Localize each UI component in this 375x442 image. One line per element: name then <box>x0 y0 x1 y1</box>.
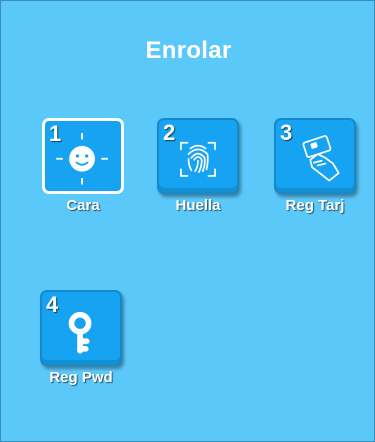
tile-label: Reg Tarj <box>285 197 345 214</box>
page-title: Enrolar <box>145 37 232 64</box>
key-icon <box>68 311 92 354</box>
tile-label: Cara <box>66 197 100 214</box>
tile-password[interactable]: 4 Reg Pwd <box>38 290 124 386</box>
fingerprint-icon <box>180 141 216 177</box>
card-tile-button[interactable]: 3 <box>274 118 356 194</box>
enroll-screen: Enrolar 1 Cara 2 Huella 3 Reg Tarj 4 Reg… <box>0 0 375 442</box>
password-tile-button[interactable]: 4 <box>40 290 122 366</box>
tile-card[interactable]: 3 Reg Tarj <box>272 118 358 214</box>
fingerprint-tile-button[interactable]: 2 <box>157 118 239 194</box>
face-tile-button[interactable]: 1 <box>42 118 124 194</box>
face-icon <box>56 132 108 185</box>
tile-label: Huella <box>175 197 221 214</box>
tile-fingerprint[interactable]: 2 Huella <box>155 118 241 214</box>
tile-face[interactable]: 1 Cara <box>40 118 126 214</box>
tile-label: Reg Pwd <box>49 369 113 386</box>
card-hand-icon <box>302 135 340 182</box>
